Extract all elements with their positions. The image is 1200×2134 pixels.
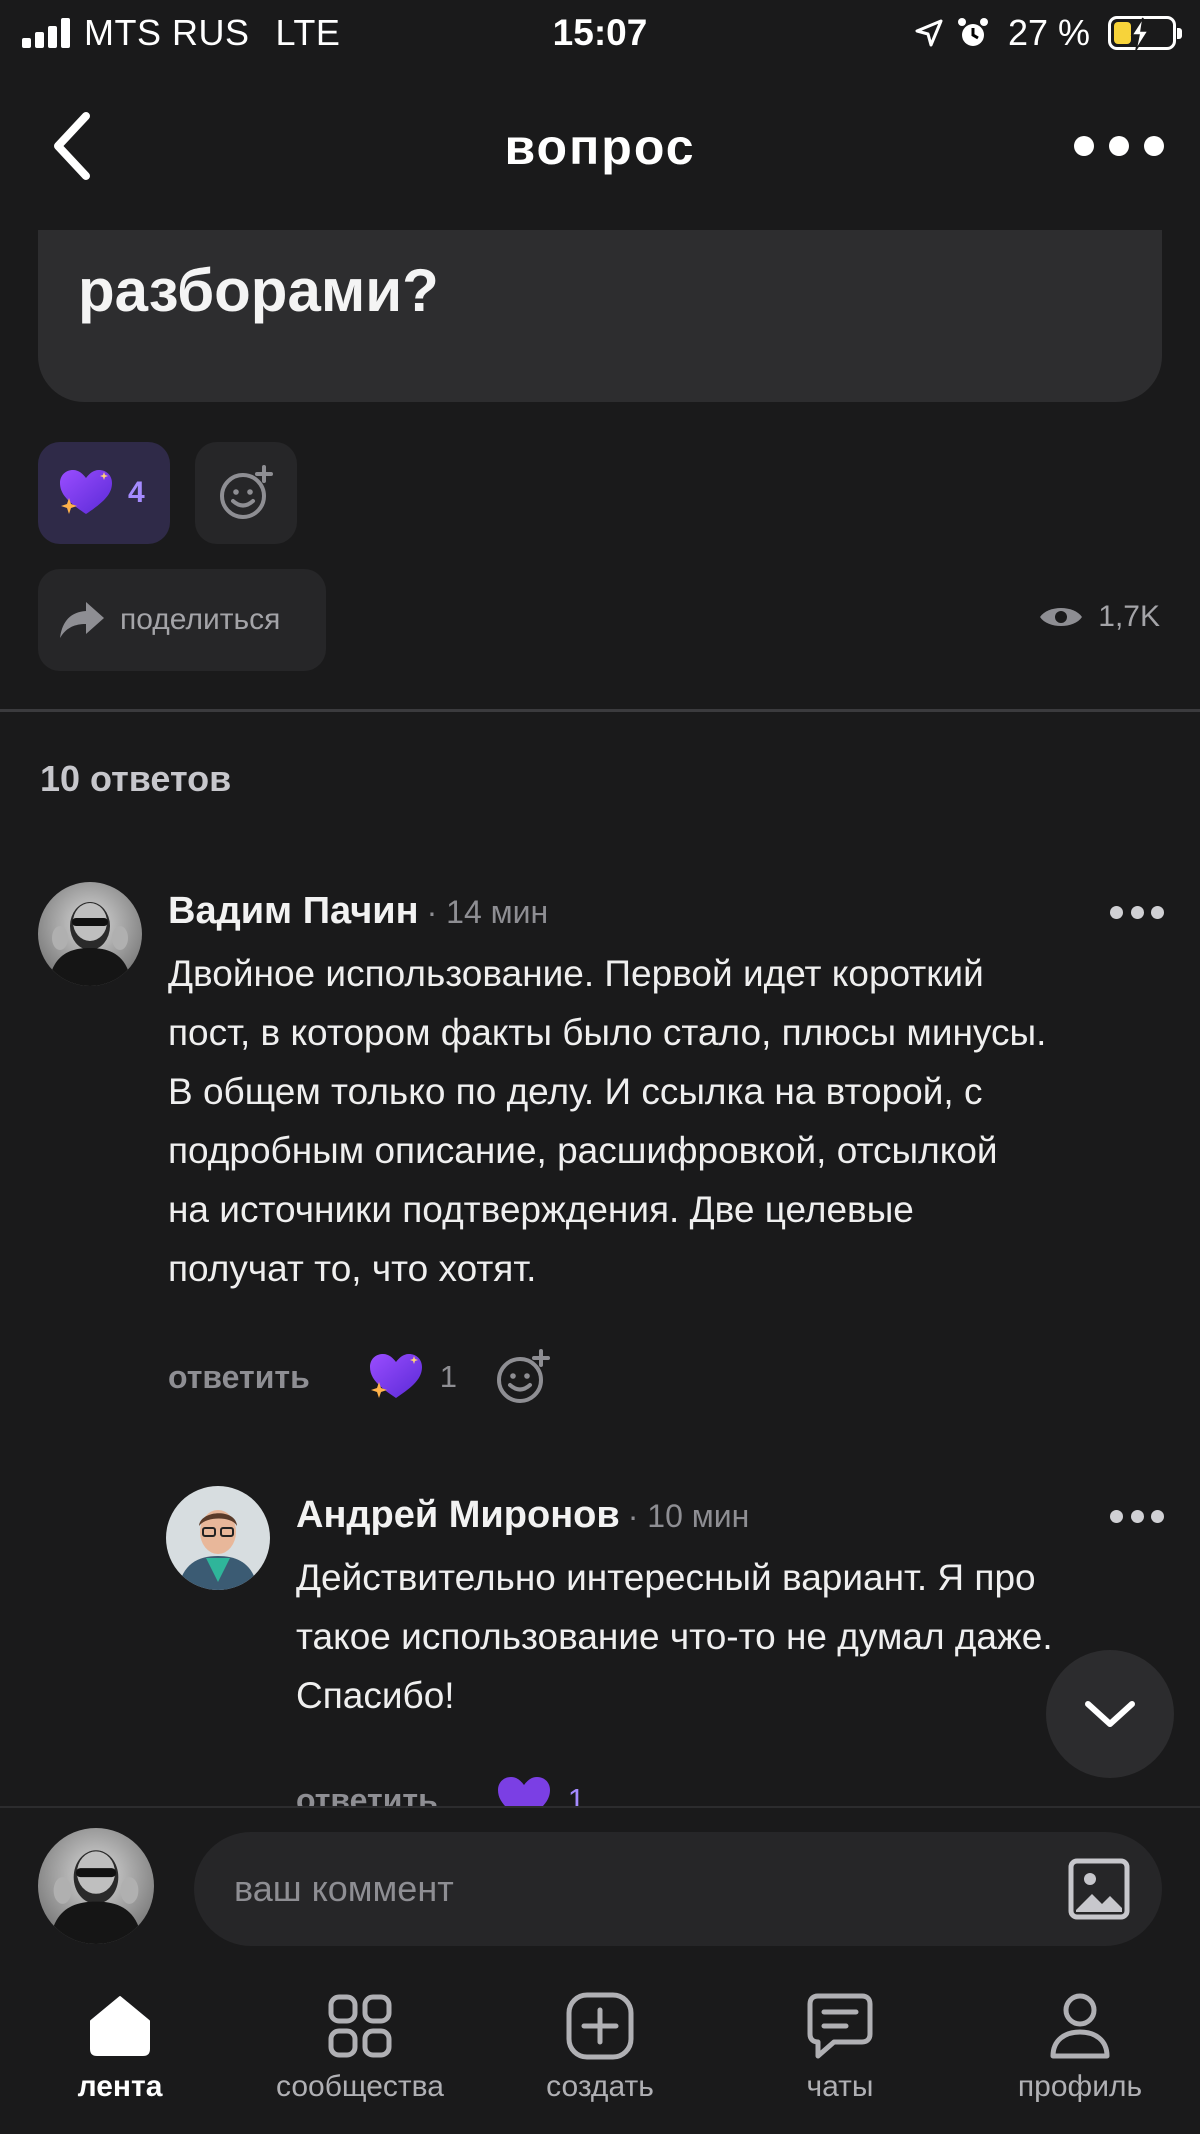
attach-image-button[interactable]	[1066, 1856, 1132, 1927]
share-button[interactable]: поделиться	[38, 569, 326, 671]
page-title: вопрос	[504, 119, 696, 175]
bottom-tab-bar: лента сообщества создать чаты профиль	[0, 1956, 1200, 2134]
battery-percent: 27 %	[1007, 12, 1090, 53]
tab-profile[interactable]: профиль	[960, 1986, 1200, 2104]
views-counter: 1,7K	[1038, 600, 1160, 634]
question-like-count: 4	[128, 476, 145, 509]
status-bar: MTS RUS LTE 15:07 27 %	[0, 0, 1200, 66]
tab-chats[interactable]: чаты	[720, 1986, 960, 2104]
avatar[interactable]	[38, 882, 142, 986]
answers-count: 10 ответов	[40, 758, 232, 799]
tab-create[interactable]: создать	[480, 1986, 720, 2104]
scroll-down-button[interactable]	[1046, 1650, 1174, 1778]
question-like-button[interactable]: 4	[38, 442, 170, 544]
tab-feed[interactable]: лента	[0, 1986, 240, 2104]
comment-time: · 10 мин	[627, 1498, 750, 1534]
home-icon	[90, 1996, 150, 2056]
person-icon	[1050, 1993, 1110, 2059]
tab-label: чаты	[806, 2070, 874, 2103]
comment-text: Двойное использование. Первой идет корот…	[168, 953, 1047, 1289]
chevron-down-icon	[1085, 1701, 1135, 1727]
tab-communities[interactable]: сообщества	[240, 1986, 480, 2104]
grid-icon	[328, 1994, 392, 2058]
plus-square-icon	[566, 1992, 634, 2060]
add-reaction-button[interactable]	[195, 442, 297, 544]
question-text: разборами?	[78, 257, 439, 324]
tab-label: лента	[77, 2070, 163, 2103]
location-arrow-icon	[915, 19, 943, 47]
eye-icon	[1040, 608, 1083, 626]
comment-bar: ваш коммент	[0, 1806, 1200, 1956]
comment-more-button[interactable]	[1110, 1510, 1164, 1524]
share-label: поделиться	[120, 603, 281, 636]
more-options-button[interactable]	[1074, 126, 1164, 166]
tab-label: создать	[546, 2070, 654, 2103]
comment-input-placeholder: ваш коммент	[234, 1868, 454, 1909]
comment-like-count: 1	[439, 1359, 457, 1394]
chat-icon	[807, 1993, 873, 2059]
comment-input[interactable]: ваш коммент	[194, 1832, 1162, 1946]
comment-author[interactable]: Андрей Миронов	[296, 1494, 620, 1536]
alarm-clock-icon	[957, 18, 988, 46]
my-avatar	[38, 1828, 154, 1944]
top-navigation: вопрос	[0, 66, 1200, 230]
reply-button[interactable]: ответить	[168, 1359, 310, 1396]
add-reaction-button[interactable]	[495, 1349, 551, 1405]
comment-time: · 14 мин	[426, 894, 549, 930]
sparkle-heart-icon	[369, 1354, 422, 1398]
share-arrow-icon	[60, 602, 104, 638]
image-icon	[1068, 1858, 1130, 1920]
battery-icon	[1108, 16, 1182, 51]
tab-label: профиль	[1017, 2070, 1143, 2103]
comment-text: Действительно интересный вариант. Я про …	[296, 1557, 1053, 1716]
comment-like-button[interactable]: 1	[368, 1352, 457, 1402]
views-count: 1,7K	[1098, 600, 1160, 633]
add-emoji-icon	[496, 1349, 550, 1403]
tab-label: сообщества	[276, 2070, 444, 2103]
comment-author[interactable]: Вадим Пачин	[168, 890, 419, 932]
comment-more-button[interactable]	[1110, 906, 1164, 920]
sparkle-heart-icon	[60, 470, 112, 514]
avatar[interactable]	[166, 1486, 270, 1590]
divider	[0, 709, 1200, 712]
add-emoji-icon	[220, 465, 273, 519]
